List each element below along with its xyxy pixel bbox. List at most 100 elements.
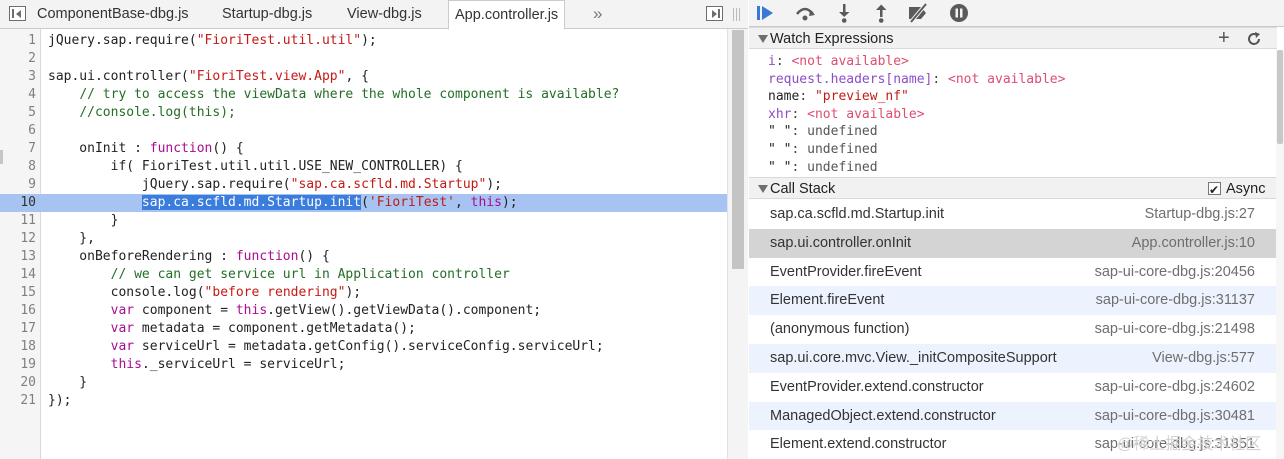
line-number[interactable]: 2 <box>0 50 36 68</box>
expand-triangle-icon[interactable] <box>758 185 768 193</box>
call-frame[interactable]: EventProvider.extend.constructor sap-ui-c… <box>749 373 1277 402</box>
toggle-navigator-icon[interactable] <box>9 6 26 21</box>
tab-overflow-chevron-icon[interactable]: » <box>593 0 602 29</box>
watch-separator: : <box>791 142 808 157</box>
tab-app-controller[interactable]: App.controller.js <box>448 0 566 30</box>
code-line: 20 } <box>0 374 727 392</box>
call-frame-location[interactable]: sap-ui-core-dbg.js:20456 <box>1095 258 1255 287</box>
call-frame[interactable]: sap.ui.controller.onInit App.controller.j… <box>749 228 1277 258</box>
line-number[interactable]: 21 <box>0 392 36 410</box>
source-panel: ComponentBase-dbg.js Startup-dbg.js View… <box>0 0 748 459</box>
watermark: @稀土掘金技术社区 <box>1117 436 1262 453</box>
line-number[interactable]: 4 <box>0 86 36 104</box>
line-number[interactable]: 1 <box>0 32 36 50</box>
call-stack-list: sap.ca.scfld.md.Startup.init Startup-dbg.… <box>749 200 1277 459</box>
toggle-debugger-sidebar-icon[interactable] <box>706 6 723 21</box>
code-keyword: var <box>110 321 135 336</box>
code-text: } <box>48 374 87 392</box>
pause-on-exceptions-icon[interactable] <box>947 2 971 24</box>
line-number[interactable]: 9 <box>0 176 36 194</box>
tab-componentbase[interactable]: ComponentBase-dbg.js <box>31 0 195 29</box>
watch-name: xhr <box>768 106 792 122</box>
call-frame-location[interactable]: View-dbg.js:577 <box>1152 344 1255 373</box>
sidebar-scrollbar-thumb[interactable] <box>1277 50 1283 144</box>
call-frame[interactable]: sap.ca.scfld.md.Startup.init Startup-dbg.… <box>749 200 1277 229</box>
call-frame-location[interactable]: sap-ui-core-dbg.js:30481 <box>1095 402 1255 431</box>
watch-expressions-list: i: <not available> request.headers[name]:… <box>749 50 1277 177</box>
line-number[interactable]: 16 <box>0 302 36 320</box>
call-frame[interactable]: ManagedObject.extend.constructor sap-ui-c… <box>749 401 1277 431</box>
resume-icon[interactable] <box>754 2 778 24</box>
line-number[interactable]: 11 <box>0 212 36 230</box>
call-frame[interactable]: Element.fireEvent sap-ui-core-dbg.js:3113… <box>749 286 1277 316</box>
call-frame-function: ManagedObject.extend.constructor <box>770 407 996 424</box>
code-comment: // try to access the viewData where the … <box>79 87 620 102</box>
line-number[interactable]: 19 <box>0 356 36 374</box>
line-number[interactable]: 20 <box>0 374 36 392</box>
call-frame[interactable]: EventProvider.fireEvent sap-ui-core-dbg.j… <box>749 258 1277 287</box>
code-editor[interactable]: 1 jQuery.sap.require("FioriTest.util.util… <box>0 29 727 459</box>
step-over-icon[interactable] <box>793 2 817 24</box>
call-frame-location[interactable]: sap-ui-core-dbg.js:24602 <box>1095 373 1255 402</box>
call-frame-function: (anonymous function) <box>770 321 910 338</box>
watch-expressions-header[interactable]: Watch Expressions + <box>749 27 1277 49</box>
watch-expression[interactable]: " ": undefined <box>768 159 878 177</box>
watch-expression[interactable]: name: "preview_nf" <box>768 88 909 106</box>
line-number[interactable]: 6 <box>0 122 36 140</box>
debugger-sidebar: Watch Expressions + i: <not available> re… <box>749 0 1284 459</box>
code-token: ); <box>361 33 377 48</box>
sidebar-scrollbar[interactable] <box>1276 50 1284 459</box>
watch-expression[interactable]: " ": undefined <box>768 141 878 159</box>
editor-scrollbar-thumb[interactable] <box>732 30 744 269</box>
deactivate-breakpoints-icon[interactable] <box>906 2 930 24</box>
call-stack-title: Call Stack <box>770 181 836 197</box>
step-out-icon[interactable] <box>869 2 893 24</box>
watch-expression[interactable]: xhr: <not available> <box>768 106 925 124</box>
watch-name: " " <box>768 124 792 140</box>
editor-scrollbar[interactable] <box>727 29 748 459</box>
call-frame[interactable]: sap.ui.core.mvc.View._initCompositeSuppo… <box>749 344 1277 373</box>
line-number[interactable]: 17 <box>0 320 36 338</box>
step-into-icon[interactable] <box>832 2 856 24</box>
line-number[interactable]: 14 <box>0 266 36 284</box>
code-text: this._serviceUrl = serviceUrl; <box>48 356 346 374</box>
call-frame-location[interactable]: sap-ui-core-dbg.js:21498 <box>1095 315 1255 344</box>
line-number[interactable]: 13 <box>0 248 36 266</box>
call-frame-location[interactable]: App.controller.js:10 <box>1132 229 1255 258</box>
line-number[interactable]: 10 <box>0 194 36 212</box>
code-string: 'FioriTest' <box>368 195 455 210</box>
line-number[interactable]: 3 <box>0 68 36 86</box>
call-frame[interactable]: (anonymous function) sap-ui-core-dbg.js:2… <box>749 315 1277 344</box>
refresh-icon[interactable] <box>1246 31 1262 47</box>
tab-startup[interactable]: Startup-dbg.js <box>216 0 318 29</box>
code-token: console.log( <box>48 285 205 300</box>
async-checkbox[interactable] <box>1208 179 1221 201</box>
code-text: jQuery.sap.require("FioriTest.util.util"… <box>48 32 377 50</box>
call-frame-location[interactable]: Startup-dbg.js:27 <box>1145 200 1255 229</box>
line-number[interactable]: 15 <box>0 284 36 302</box>
watch-expression[interactable]: request.headers[name]: <not available> <box>768 71 1065 89</box>
watch-name: i <box>768 54 776 69</box>
line-number[interactable]: 7 <box>0 140 36 158</box>
code-token: ); <box>486 177 502 192</box>
expand-triangle-icon[interactable] <box>758 35 768 43</box>
call-frame-location[interactable]: sap-ui-core-dbg.js:31137 <box>1096 286 1255 315</box>
code-text: //console.log(this); <box>48 104 236 122</box>
call-stack-header[interactable]: Call Stack Async <box>749 177 1277 201</box>
code-token: sap.ui.controller( <box>48 69 189 84</box>
code-text: // we can get service url in Application… <box>48 266 510 284</box>
code-token: serviceUrl = metadata.getConfig().servic… <box>134 339 604 354</box>
line-number[interactable]: 18 <box>0 338 36 356</box>
watch-expression[interactable]: " ": undefined <box>768 123 878 141</box>
code-line: 11 } <box>0 212 727 230</box>
line-number[interactable]: 5 <box>0 104 36 122</box>
add-watch-icon[interactable]: + <box>1218 28 1230 49</box>
watch-expression[interactable]: i: <not available> <box>768 53 909 71</box>
line-number[interactable]: 12 <box>0 230 36 248</box>
tab-view[interactable]: View-dbg.js <box>341 0 428 29</box>
drag-handle-icon[interactable] <box>733 8 740 21</box>
line-number[interactable]: 8 <box>0 158 36 176</box>
